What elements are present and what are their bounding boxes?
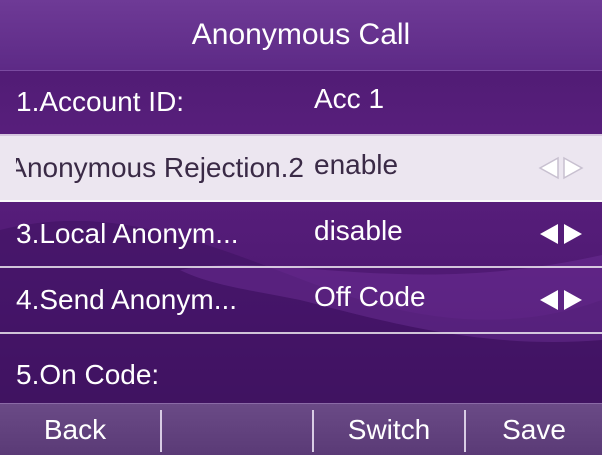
row-value: Acc 1 xyxy=(314,83,385,114)
menu-row-account-id[interactable]: 1.Account ID: Acc 1 xyxy=(0,70,602,136)
menu-row-local-anonymous[interactable]: 3.Local Anonym... disable xyxy=(0,202,602,268)
left-right-arrows-icon[interactable] xyxy=(538,288,584,312)
menu-row-on-code[interactable]: 5.On Code: xyxy=(0,334,602,403)
row-value: enable xyxy=(314,149,399,180)
switch-softkey[interactable]: Switch xyxy=(314,404,464,455)
row-label: 5.On Code: xyxy=(16,359,160,390)
menu-row-send-anonymous[interactable]: 4.Send Anonym... Off Code xyxy=(0,268,602,334)
back-softkey[interactable]: Back xyxy=(0,404,150,455)
row-label: 4.Send Anonym... xyxy=(16,284,238,315)
menu-row-anonymous-rejection[interactable]: 2.Anonymous Rejection: enable xyxy=(0,136,602,202)
row-label: 1.Account ID: xyxy=(16,86,185,117)
softkey-bar: Back Switch Save xyxy=(0,403,602,455)
left-right-arrows-icon[interactable] xyxy=(538,222,584,246)
row-value: Off Code xyxy=(314,281,426,312)
empty-softkey[interactable] xyxy=(162,404,312,455)
save-softkey[interactable]: Save xyxy=(466,404,602,455)
row-value: disable xyxy=(314,215,403,246)
row-label: 3.Local Anonym... xyxy=(16,218,239,249)
screen-title: Anonymous Call xyxy=(0,0,602,71)
phone-screen: Anonymous Call 1.Account ID: Acc 1 2.Ano… xyxy=(0,0,602,455)
row-label: 2.Anonymous Rejection: xyxy=(16,152,304,183)
left-right-arrows-icon[interactable] xyxy=(538,156,584,180)
